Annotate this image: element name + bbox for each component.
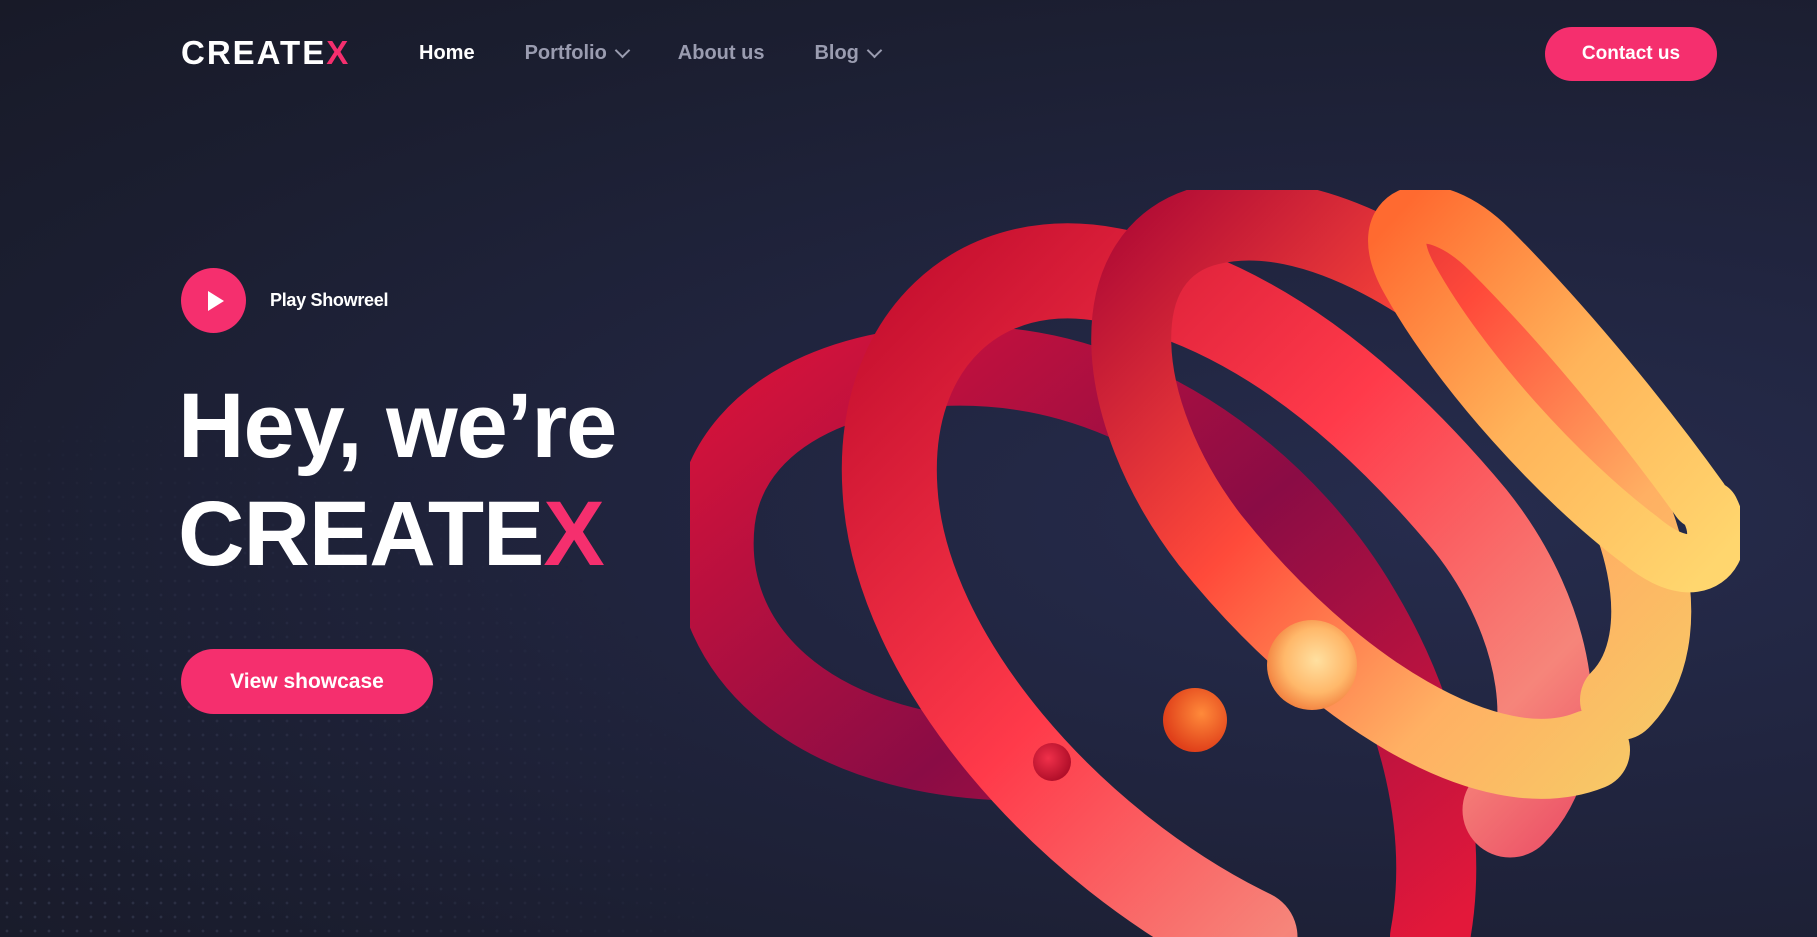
play-icon (208, 290, 224, 311)
nav-item-home[interactable]: Home (419, 42, 475, 65)
nav-item-label: Blog (814, 41, 859, 64)
nav-item-portfolio[interactable]: Portfolio (524, 41, 631, 65)
hero-title-line2: CREATEX (178, 480, 616, 588)
contact-button[interactable]: Contact us (1545, 27, 1717, 81)
hero-title: Hey, we’re CREATEX (178, 372, 617, 588)
play-button[interactable] (181, 268, 246, 333)
spiral-3d-illustration (690, 190, 1740, 937)
view-showcase-button[interactable]: View showcase (181, 649, 433, 714)
nav-item-blog[interactable]: Blog (814, 41, 883, 65)
hero-title-line1: Hey, we’re (178, 375, 617, 477)
play-showreel-control[interactable]: Play Showreel (181, 268, 388, 333)
site-header: CREATEX Home Portfolio About us Blog Con… (0, 0, 1817, 108)
landing-page: CREATEX Home Portfolio About us Blog Con… (0, 0, 1817, 937)
play-showreel-label[interactable]: Play Showreel (270, 290, 388, 311)
hero-title-brand: CREATE (178, 483, 544, 585)
logo-main-text: CREATE (181, 34, 327, 71)
nav-item-label: Home (419, 41, 475, 64)
main-nav: Home Portfolio About us Blog (419, 38, 930, 68)
nav-item-label: About us (677, 41, 765, 64)
logo-accent-text: X (326, 34, 351, 71)
hero-title-brand-accent: X (543, 483, 604, 585)
chevron-down-icon (614, 42, 631, 59)
logo[interactable]: CREATEX (181, 33, 350, 73)
chevron-down-icon (866, 42, 883, 59)
nav-item-about[interactable]: About us (678, 42, 765, 65)
nav-item-label: Portfolio (524, 41, 607, 64)
